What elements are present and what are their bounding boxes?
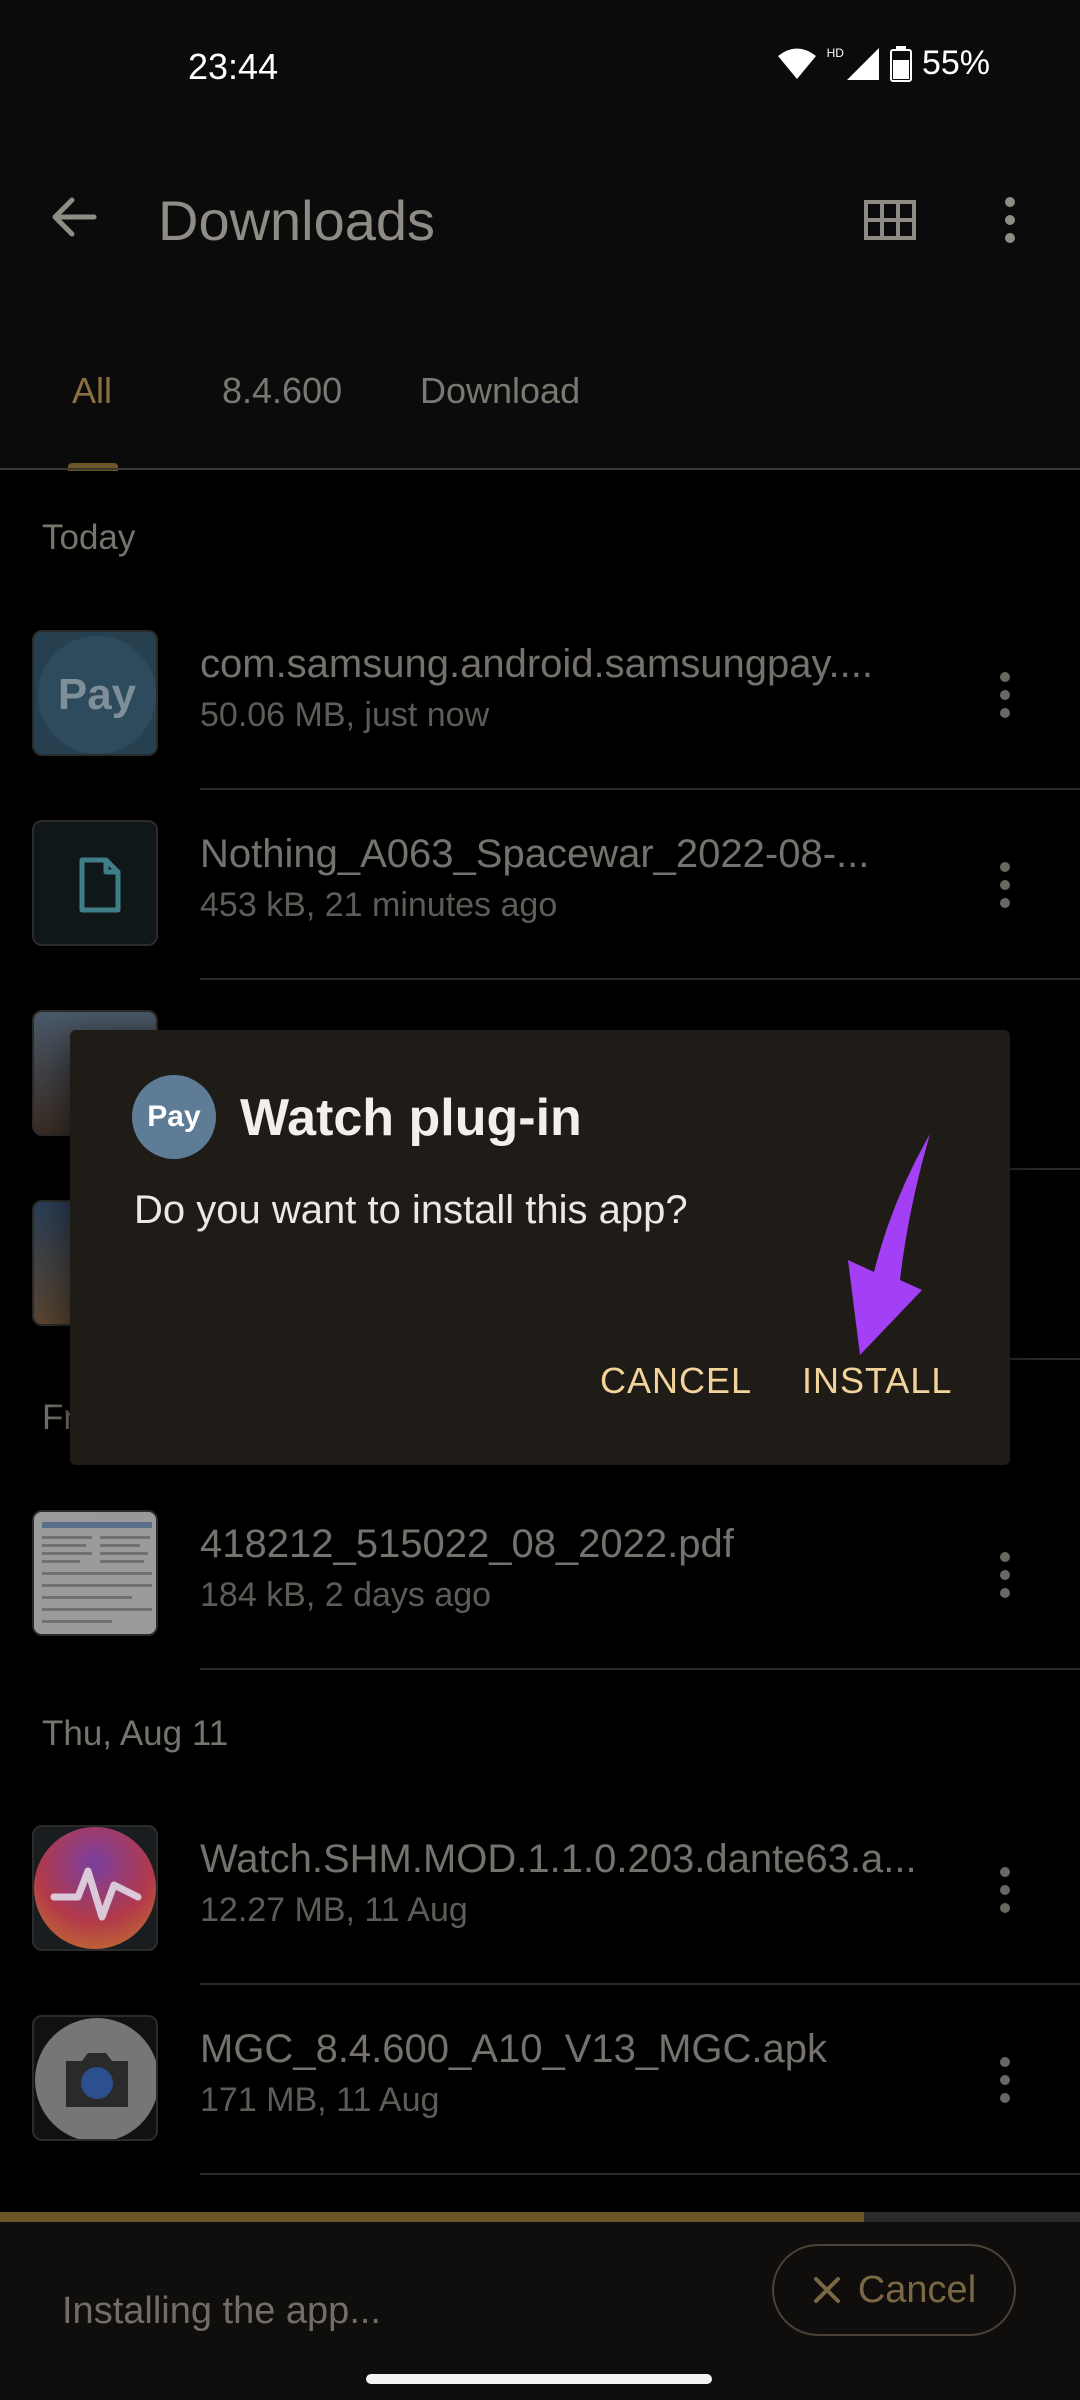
- file-name: 418212_515022_08_2022.pdf: [200, 1522, 734, 1566]
- close-icon: [813, 2277, 840, 2303]
- install-progress-fill: [0, 2212, 864, 2222]
- tab-all[interactable]: All: [72, 370, 112, 412]
- pay-icon: Pay: [32, 630, 158, 756]
- signal-icon: [846, 47, 879, 80]
- pay-thumb-text: Pay: [38, 636, 156, 754]
- file-meta: 453 kB, 21 minutes ago: [200, 886, 558, 924]
- status-time: 23:44: [188, 46, 279, 87]
- file-meta: 184 kB, 2 days ago: [200, 1576, 492, 1614]
- downloads-screen: 23:44 HD 55% Downloads All 8.4.600 Downl…: [0, 0, 1080, 2400]
- camera-app-icon: [32, 2015, 158, 2141]
- list-item[interactable]: Nothing_A063_Spacewar_2022-08-... 453 kB…: [0, 790, 1080, 980]
- section-header-thu-aug-11: Thu, Aug 11: [42, 1714, 229, 1753]
- file-name: Watch.SHM.MOD.1.1.0.203.dante63.a...: [200, 1837, 917, 1881]
- network-type-label: HD: [826, 45, 844, 60]
- tabs-divider: [0, 468, 1080, 470]
- pay-app-icon: Pay: [132, 1075, 216, 1159]
- item-more-icon[interactable]: [990, 2045, 1020, 2115]
- file-name: com.samsung.android.samsungpay....: [200, 642, 873, 686]
- status-icons: HD 55%: [777, 44, 990, 83]
- cancel-install-label: Cancel: [857, 2268, 977, 2311]
- list-item[interactable]: Watch.SHM.MOD.1.1.0.203.dante63.a... 12.…: [0, 1795, 1080, 1985]
- item-more-icon[interactable]: [990, 660, 1020, 730]
- file-name: MGC_8.4.600_A10_V13_MGC.apk: [200, 2027, 828, 2071]
- row-divider: [200, 1668, 1080, 1670]
- status-bar: 23:44 HD 55%: [0, 0, 1080, 130]
- file-meta: 50.06 MB, just now: [200, 696, 490, 734]
- health-app-icon: [32, 1825, 158, 1951]
- list-item[interactable]: 418212_515022_08_2022.pdf 184 kB, 2 days…: [0, 1480, 1080, 1670]
- file-name: Nothing_A063_Spacewar_2022-08-...: [200, 832, 870, 876]
- annotation-arrow-icon: [848, 1134, 930, 1355]
- dialog-title: Watch plug-in: [240, 1089, 582, 1147]
- item-more-icon[interactable]: [990, 1540, 1020, 1610]
- camera-glyph-icon: [35, 2018, 156, 2139]
- dialog-message: Do you want to install this app?: [134, 1188, 688, 1232]
- row-divider: [200, 2173, 1080, 2175]
- list-item[interactable]: MGC_8.4.600_A10_V13_MGC.apk 171 MB, 11 A…: [0, 1985, 1080, 2175]
- pdf-thumbnail: [32, 1510, 158, 1636]
- filter-tabs: All 8.4.600 Download: [0, 360, 1080, 471]
- grid-view-icon[interactable]: [860, 190, 920, 250]
- tab-download[interactable]: Download: [420, 370, 580, 412]
- pdf-preview-icon: [34, 1512, 156, 1634]
- install-progress-bar: [0, 2212, 1080, 2222]
- tab-8-4-600[interactable]: 8.4.600: [222, 370, 342, 412]
- wifi-icon: [777, 48, 816, 79]
- cancel-install-button[interactable]: Cancel: [772, 2244, 1016, 2336]
- battery-percent: 55%: [921, 44, 990, 82]
- list-item[interactable]: Pay com.samsung.android.samsungpay.... 5…: [0, 600, 1080, 790]
- document-icon: [32, 820, 158, 946]
- item-more-icon[interactable]: [990, 850, 1020, 920]
- battery-icon: [889, 45, 912, 82]
- file-meta: 171 MB, 11 Aug: [200, 2081, 440, 2119]
- home-indicator[interactable]: [366, 2374, 712, 2384]
- page-title: Downloads: [158, 189, 436, 252]
- section-header-today: Today: [42, 518, 136, 557]
- app-bar: Downloads: [0, 160, 1080, 280]
- item-more-icon[interactable]: [990, 1855, 1020, 1925]
- more-options-icon[interactable]: [990, 190, 1030, 250]
- document-glyph-icon: [79, 857, 121, 913]
- install-status-text: Installing the app...: [62, 2290, 381, 2332]
- file-meta: 12.27 MB, 11 Aug: [200, 1891, 468, 1929]
- heartbeat-icon: [50, 1867, 142, 1921]
- cancel-button[interactable]: CANCEL: [600, 1360, 752, 1402]
- back-arrow-icon[interactable]: [40, 182, 110, 252]
